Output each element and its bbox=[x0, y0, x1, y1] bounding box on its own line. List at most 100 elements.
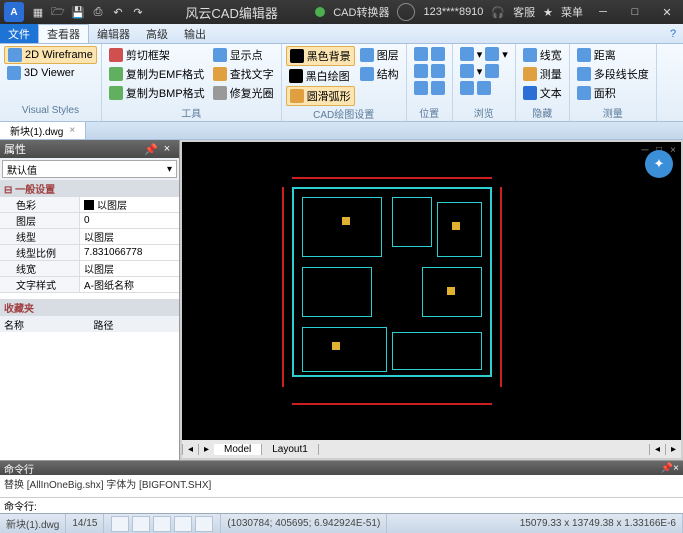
text-toggle-button[interactable]: 文本 bbox=[520, 84, 565, 102]
ribbon: 2D Wireframe 3D Viewer Visual Styles 剪切框… bbox=[0, 44, 683, 122]
tab-output[interactable]: 输出 bbox=[176, 24, 214, 43]
panel-title: 属性 bbox=[4, 141, 26, 157]
viewer-3d-button[interactable]: 3D Viewer bbox=[4, 65, 97, 81]
prop-row-lineweight[interactable]: 线宽以图层 bbox=[0, 261, 179, 277]
status-btn-1[interactable] bbox=[111, 516, 129, 532]
pin-icon[interactable]: 📌 bbox=[143, 143, 159, 156]
find-text-button[interactable]: 查找文字 bbox=[210, 65, 277, 83]
tab-advanced[interactable]: 高级 bbox=[138, 24, 176, 43]
panel-close-icon[interactable]: × bbox=[159, 143, 175, 155]
file-tab[interactable]: 新块(1).dwg × bbox=[0, 122, 86, 139]
titlebar: A ▦ 🗁 💾 ⎙ ↶ ↷ 风云CAD编辑器 CAD转换器 123****891… bbox=[0, 0, 683, 24]
tab-scroll-right[interactable]: ▸ bbox=[198, 444, 214, 455]
pos-btn-1[interactable] bbox=[411, 46, 448, 62]
show-point-button[interactable]: 显示点 bbox=[210, 46, 277, 64]
pos-btn-2[interactable] bbox=[411, 63, 448, 79]
group-label: 位置 bbox=[411, 105, 448, 119]
status-btn-2[interactable] bbox=[132, 516, 150, 532]
layer-button[interactable]: 图层 bbox=[357, 46, 402, 64]
menu-link[interactable]: 菜单 bbox=[561, 4, 583, 20]
linewidth-button[interactable]: 线宽 bbox=[520, 46, 565, 64]
group-label: 浏览 bbox=[457, 105, 511, 119]
measure-toggle-button[interactable]: 测量 bbox=[520, 65, 565, 83]
section-general[interactable]: ⊟ 一般设置 bbox=[0, 180, 179, 197]
tab-viewer[interactable]: 查看器 bbox=[38, 24, 89, 43]
black-bg-button[interactable]: 黑色背景 bbox=[286, 46, 355, 66]
distance-button[interactable]: 距离 bbox=[574, 46, 652, 64]
default-combo[interactable]: 默认值▾ bbox=[2, 160, 177, 178]
smooth-arc-button[interactable]: 圆滑弧形 bbox=[286, 86, 355, 106]
redo-icon[interactable]: ↷ bbox=[128, 2, 148, 22]
ribbon-group-hide: 线宽 测量 文本 隐藏 bbox=[516, 44, 570, 121]
properties-panel: 属性 📌× 默认值▾ ⊟ 一般设置 色彩以图层 图层0 线型以图层 线型比例7.8… bbox=[0, 140, 180, 460]
viewcube-icon[interactable]: ✦ bbox=[645, 150, 673, 178]
black-draw-button[interactable]: 黑白绘图 bbox=[286, 67, 355, 85]
cmd-close-icon[interactable]: × bbox=[673, 463, 679, 474]
minimize-button[interactable]: ─ bbox=[591, 2, 615, 22]
print-icon[interactable]: ⎙ bbox=[88, 2, 108, 22]
tab-scroll-left[interactable]: ◂ bbox=[182, 444, 198, 455]
fix-halo-button[interactable]: 修复光圈 bbox=[210, 84, 277, 102]
fav-empty bbox=[0, 332, 179, 460]
ribbon-group-measure: 距离 多段线长度 面积 测量 bbox=[570, 44, 657, 121]
ribbon-group-visual-styles: 2D Wireframe 3D Viewer Visual Styles bbox=[0, 44, 102, 121]
file-tabs: 新块(1).dwg × bbox=[0, 122, 683, 140]
section-favorites[interactable]: 收藏夹 bbox=[0, 299, 179, 316]
cad-convert-link[interactable]: CAD转换器 bbox=[333, 4, 389, 20]
maximize-button[interactable]: □ bbox=[623, 2, 647, 22]
command-input[interactable] bbox=[41, 499, 683, 513]
prop-row-ltscale[interactable]: 线型比例7.831066778 bbox=[0, 245, 179, 261]
tab-editor[interactable]: 编辑器 bbox=[89, 24, 138, 43]
app-title: 风云CAD编辑器 bbox=[148, 3, 315, 22]
status-btn-5[interactable] bbox=[195, 516, 213, 532]
prop-row-textstyle[interactable]: 文字样式A-图纸名称 bbox=[0, 277, 179, 293]
status-dims: 15079.33 x 13749.38 x 1.33166E-6 bbox=[514, 514, 683, 533]
wireframe-2d-button[interactable]: 2D Wireframe bbox=[4, 46, 97, 64]
polylength-button[interactable]: 多段线长度 bbox=[574, 65, 652, 83]
ribbon-group-position: 位置 bbox=[407, 44, 453, 121]
pos-btn-3[interactable] bbox=[411, 80, 448, 96]
status-coords: (1030784; 405695; 6.942924E-51) bbox=[221, 514, 387, 533]
prop-row-color[interactable]: 色彩以图层 bbox=[0, 197, 179, 213]
pan-button[interactable] bbox=[457, 80, 511, 96]
copy-emf-button[interactable]: 复制为EMF格式 bbox=[106, 65, 208, 83]
tab-model[interactable]: Model bbox=[214, 444, 262, 455]
close-tab-icon[interactable]: × bbox=[69, 125, 75, 136]
area-button[interactable]: 面积 bbox=[574, 84, 652, 102]
ribbon-group-tools: 剪切框架 复制为EMF格式 复制为BMP格式 显示点 查找文字 修复光圈 工具 bbox=[102, 44, 282, 121]
user-avatar-icon[interactable] bbox=[397, 3, 415, 21]
prop-row-linetype[interactable]: 线型以图层 bbox=[0, 229, 179, 245]
zoom-out-button[interactable]: ▾ bbox=[457, 63, 511, 79]
fav-header: 名称路径 bbox=[0, 316, 179, 332]
group-label: 隐藏 bbox=[520, 105, 565, 119]
scroll-left-icon[interactable]: ◂ bbox=[649, 444, 665, 455]
cut-box-button[interactable]: 剪切框架 bbox=[106, 46, 208, 64]
app-logo: A bbox=[4, 2, 24, 22]
zoom-in-button[interactable]: ▾ ▾ bbox=[457, 46, 511, 62]
status-file: 新块(1).dwg bbox=[0, 514, 66, 533]
drawing-canvas[interactable]: ─ □ × ✦ bbox=[182, 142, 681, 440]
struct-button[interactable]: 结构 bbox=[357, 65, 402, 83]
open-icon[interactable]: 🗁 bbox=[48, 2, 68, 22]
prop-row-layer[interactable]: 图层0 bbox=[0, 213, 179, 229]
user-id: 123****8910 bbox=[423, 6, 483, 18]
tab-file[interactable]: 文件 bbox=[0, 24, 38, 43]
tab-layout1[interactable]: Layout1 bbox=[262, 444, 319, 455]
chevron-down-icon: ▾ bbox=[167, 164, 172, 175]
help-icon[interactable]: ? bbox=[663, 24, 683, 43]
copy-bmp-button[interactable]: 复制为BMP格式 bbox=[106, 84, 208, 102]
new-icon[interactable]: ▦ bbox=[28, 2, 48, 22]
support-link[interactable]: 客服 bbox=[513, 4, 535, 20]
command-area: 命令行📌 × 替换 [AllInOneBig.shx] 字体为 [BIGFONT… bbox=[0, 460, 683, 513]
status-btn-4[interactable] bbox=[174, 516, 192, 532]
headset-icon: 🎧 bbox=[491, 6, 505, 19]
status-btn-3[interactable] bbox=[153, 516, 171, 532]
close-button[interactable]: ✕ bbox=[655, 2, 679, 22]
statusbar: 新块(1).dwg 14/15 (1030784; 405695; 6.9429… bbox=[0, 513, 683, 533]
cmd-pin-icon[interactable]: 📌 bbox=[661, 463, 673, 474]
viewport: ─ □ × ✦ bbox=[180, 140, 683, 460]
save-icon[interactable]: 💾 bbox=[68, 2, 88, 22]
menubar: 文件 查看器 编辑器 高级 输出 ? bbox=[0, 24, 683, 44]
undo-icon[interactable]: ↶ bbox=[108, 2, 128, 22]
scroll-right-icon[interactable]: ▸ bbox=[665, 444, 681, 455]
